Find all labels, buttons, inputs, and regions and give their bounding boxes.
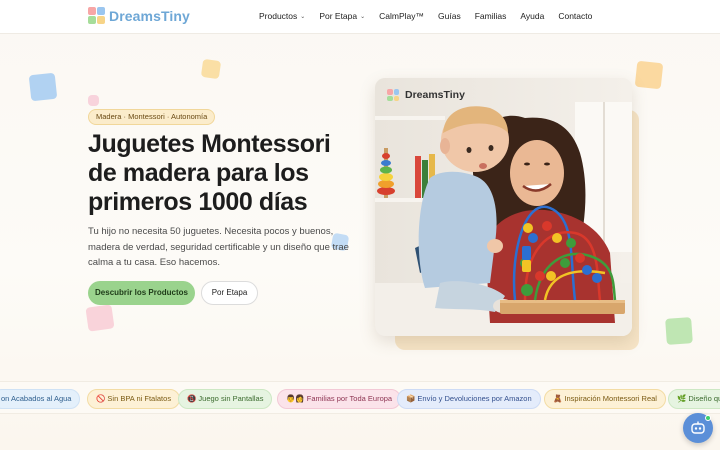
chevron-down-icon: ⌄ <box>360 13 366 20</box>
benefit-pill: 🌿 Diseño que <box>668 389 720 409</box>
decor-square-green <box>665 317 693 345</box>
nav-contacto[interactable]: Contacto <box>558 11 592 21</box>
nav-ayuda[interactable]: Ayuda <box>520 11 544 21</box>
main-nav: Productos ⌄ Por Etapa ⌄ CalmPlay™ Guías Fa… <box>259 11 606 21</box>
decor-square-pink <box>88 95 99 106</box>
image-logo: DreamsTiny <box>387 89 465 101</box>
hero-image: DreamsTiny <box>375 78 632 336</box>
nav-label: Guías <box>438 11 461 21</box>
image-logo-text: DreamsTiny <box>405 89 465 101</box>
nav-familias[interactable]: Familias <box>475 11 507 21</box>
brand-logo[interactable]: DreamsTiny <box>88 7 190 24</box>
nav-label: Productos <box>259 11 298 21</box>
nav-guias[interactable]: Guías <box>438 11 461 21</box>
decor-square-yellow <box>200 58 222 80</box>
benefit-pill: 📵 Juego sin Pantallas <box>178 389 273 409</box>
mother-baby-toy-illustration <box>375 78 632 336</box>
hero-subtitle: Tu hijo no necesita 50 juguetes. Necesit… <box>88 226 349 268</box>
benefits-marquee: on Acabados al Agua 🚫 Sin BPA ni Ftalato… <box>0 381 720 414</box>
brand-name: DreamsTiny <box>109 7 190 24</box>
nav-label: Por Etapa <box>319 11 358 21</box>
benefit-pill: on Acabados al Agua <box>0 389 81 409</box>
benefit-pill: 👨‍👩 Familias por Toda Europa <box>277 389 402 409</box>
hero-badge: Madera · Montessori · Autonomía <box>88 109 216 125</box>
nav-label: Ayuda <box>520 11 545 21</box>
nav-productos[interactable]: Productos ⌄ <box>259 11 305 21</box>
discover-products-button[interactable]: Descubrir los Productos <box>88 281 195 305</box>
online-indicator <box>705 415 711 421</box>
chevron-down-icon: ⌄ <box>300 13 306 20</box>
nav-label: Familias <box>474 11 507 21</box>
nav-label: Contacto <box>558 11 593 21</box>
decor-square-yellow-right <box>634 60 664 90</box>
hero-title: Juguetes Montessori de madera para los p… <box>88 130 331 216</box>
by-stage-button[interactable]: Por Etapa <box>201 281 258 305</box>
nav-calmplay[interactable]: CalmPlay™ <box>379 11 424 21</box>
logo-blocks-icon <box>88 7 105 24</box>
nav-por-etapa[interactable]: Por Etapa ⌄ <box>319 11 365 21</box>
logo-blocks-icon <box>387 89 399 101</box>
nav-label: CalmPlay™ <box>379 11 425 21</box>
benefit-pill: 📦 Envío y Devoluciones por Amazon <box>397 389 541 409</box>
benefit-pill: 🚫 Sin BPA ni Ftalatos <box>87 389 181 409</box>
site-header: DreamsTiny Productos ⌄ Por Etapa ⌄ CalmPla… <box>0 0 720 34</box>
decor-square-blue <box>28 72 58 102</box>
decor-square-pink-large <box>85 304 115 332</box>
benefit-pill: 🧸 Inspiración Montessori Real <box>544 389 666 409</box>
chat-assistant-button[interactable] <box>683 413 713 443</box>
robot-icon <box>691 421 705 434</box>
